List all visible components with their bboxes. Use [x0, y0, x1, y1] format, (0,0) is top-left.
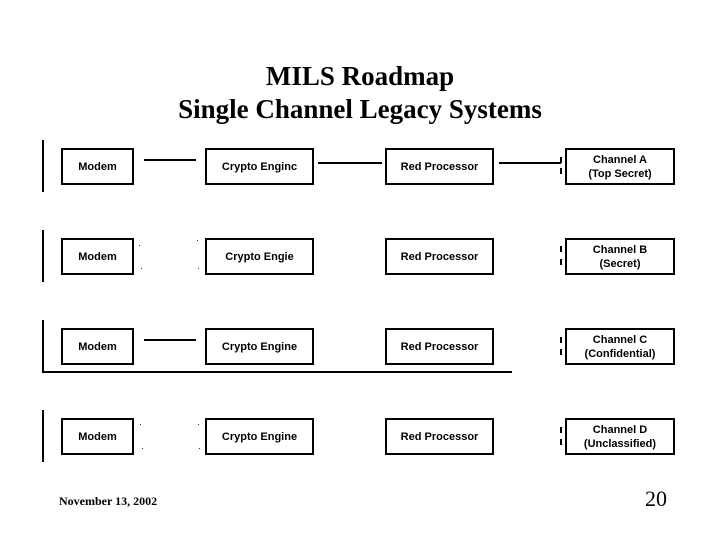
modem-box: Modem [61, 238, 134, 275]
connector-tick [560, 157, 562, 163]
red-processor-label: Red Processor [400, 340, 479, 353]
title-line-1: MILS Roadmap [265, 61, 455, 91]
connector-dot [140, 424, 141, 425]
modem-box: Modem [61, 328, 134, 365]
crypto-engine-label: Crypto Engine [221, 430, 298, 443]
crypto-engine-box: Crypto Engine [205, 328, 314, 365]
red-processor-label: Red Processor [400, 250, 479, 263]
connector-tick [560, 349, 562, 355]
channel-b-box: Channel B (Secret) [565, 238, 675, 275]
connector-dot [198, 424, 199, 425]
row-bracket-line [42, 230, 44, 282]
slide-title: MILS Roadmap Single Channel Legacy Syste… [0, 60, 720, 126]
row-bracket-line [42, 410, 44, 462]
channel-c-box: Channel C (Confidential) [565, 328, 675, 365]
connector-line [144, 159, 196, 161]
red-processor-label: Red Processor [400, 160, 479, 173]
channel-classification: (Unclassified) [583, 437, 657, 450]
connector-line [144, 339, 196, 341]
channel-name: Channel B [592, 243, 648, 256]
modem-label: Modem [78, 430, 117, 443]
title-line-2: Single Channel Legacy Systems [178, 94, 542, 124]
connector-dot [139, 245, 140, 246]
footer-date: November 13, 2002 [59, 494, 158, 508]
channel-classification: (Top Secret) [588, 167, 652, 180]
red-processor-box: Red Processor [385, 148, 494, 185]
red-processor-box: Red Processor [385, 418, 494, 455]
crypto-engine-box: Crypto Engine [205, 418, 314, 455]
connector-tick [560, 168, 562, 174]
modem-label: Modem [78, 160, 117, 173]
modem-label: Modem [78, 250, 117, 263]
modem-box: Modem [61, 148, 134, 185]
connector-dot [198, 268, 199, 269]
row-bracket-base-line [42, 371, 512, 373]
channel-name: Channel C [592, 333, 648, 346]
crypto-engine-box: Crypto Enginc [205, 148, 314, 185]
crypto-engine-label: Crypto Engine [221, 340, 298, 353]
page-number: 20 [645, 486, 667, 511]
red-processor-box: Red Processor [385, 238, 494, 275]
connector-tick [560, 337, 562, 343]
crypto-engine-label: Crypto Enginc [221, 160, 298, 173]
slide: MILS Roadmap Single Channel Legacy Syste… [0, 0, 720, 540]
connector-line [499, 162, 561, 164]
connector-dot [197, 240, 198, 241]
channel-a-box: Channel A (Top Secret) [565, 148, 675, 185]
connector-tick [560, 427, 562, 433]
channel-name: Channel D [592, 423, 648, 436]
channel-classification: (Confidential) [584, 347, 656, 360]
connector-tick [560, 246, 562, 252]
red-processor-label: Red Processor [400, 430, 479, 443]
connector-dot [199, 448, 200, 449]
row-bracket-line [42, 320, 44, 372]
connector-tick [560, 439, 562, 445]
connector-tick [560, 259, 562, 265]
connector-dot [142, 448, 143, 449]
row-bracket-line [42, 140, 44, 192]
crypto-engine-label: Crypto Engie [225, 250, 294, 263]
modem-box: Modem [61, 418, 134, 455]
red-processor-box: Red Processor [385, 328, 494, 365]
channel-name: Channel A [593, 153, 647, 166]
crypto-engine-box: Crypto Engie [205, 238, 314, 275]
connector-line [318, 162, 382, 164]
modem-label: Modem [78, 340, 117, 353]
channel-d-box: Channel D (Unclassified) [565, 418, 675, 455]
channel-classification: (Secret) [599, 257, 641, 270]
connector-dot [141, 268, 142, 269]
